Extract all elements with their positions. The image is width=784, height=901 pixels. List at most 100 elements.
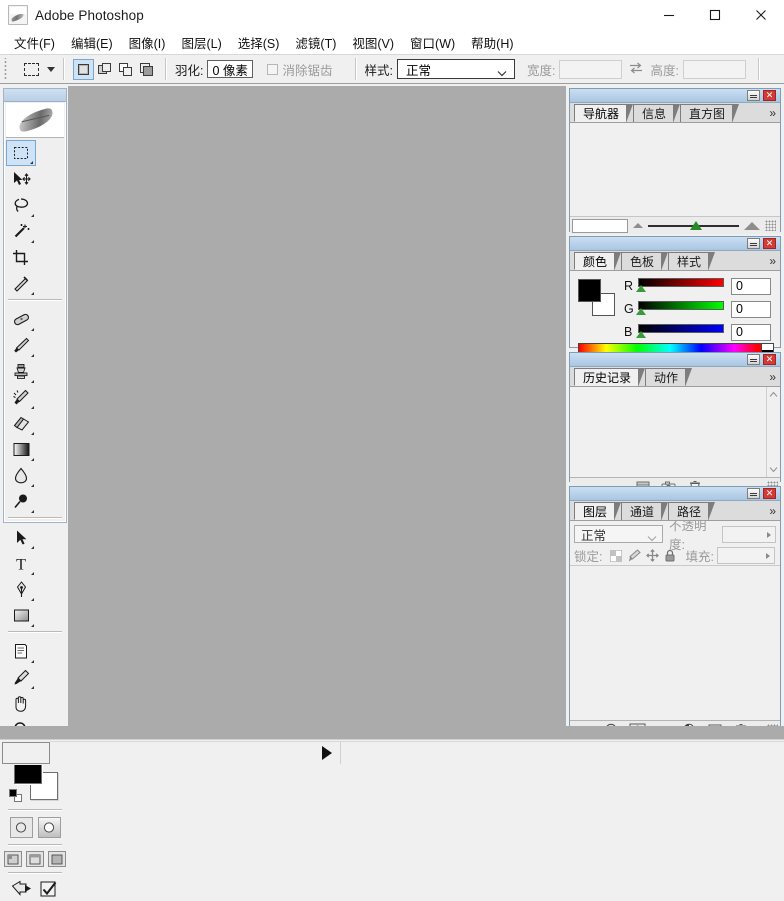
antialias-checkbox[interactable] bbox=[267, 63, 279, 75]
status-zoom-field[interactable] bbox=[2, 741, 50, 764]
tool-hand[interactable] bbox=[6, 690, 36, 716]
style-select[interactable]: 正常 bbox=[396, 59, 515, 79]
standard-mode-button[interactable] bbox=[9, 817, 33, 838]
tab-color[interactable]: 颜色 bbox=[574, 252, 622, 271]
height-input[interactable] bbox=[682, 59, 746, 79]
play-triangle-icon[interactable] bbox=[322, 746, 332, 760]
tab-navigator[interactable]: 导航器 bbox=[574, 104, 634, 123]
tab-paths[interactable]: 路径 bbox=[668, 502, 716, 521]
scroll-down-icon[interactable] bbox=[769, 465, 778, 474]
lock-position-icon[interactable] bbox=[643, 548, 661, 564]
green-ramp[interactable] bbox=[636, 301, 724, 317]
tab-channels[interactable]: 通道 bbox=[621, 502, 669, 521]
maximize-button[interactable] bbox=[692, 0, 738, 30]
tool-dodge[interactable] bbox=[6, 488, 36, 514]
navigator-panel-titlebar[interactable]: ✕ bbox=[570, 89, 780, 103]
navigator-thumbnail-area[interactable] bbox=[570, 123, 780, 216]
menu-file[interactable]: 文件(F) bbox=[6, 30, 63, 55]
panel-minimize-icon[interactable] bbox=[747, 238, 760, 249]
tool-notes[interactable] bbox=[6, 638, 36, 664]
tab-histogram[interactable]: 直方图 bbox=[680, 104, 740, 123]
tool-rectangular-marquee[interactable] bbox=[6, 140, 36, 166]
panel-menu-icon[interactable]: » bbox=[769, 504, 776, 518]
panel-menu-icon[interactable]: » bbox=[769, 254, 776, 268]
panel-menu-icon[interactable]: » bbox=[769, 370, 776, 384]
menu-image[interactable]: 图像(I) bbox=[121, 30, 174, 55]
tool-eyedropper[interactable] bbox=[6, 664, 36, 690]
fill-input[interactable] bbox=[716, 547, 775, 564]
new-selection-mode[interactable] bbox=[73, 58, 94, 80]
lock-all-icon[interactable] bbox=[661, 548, 679, 564]
close-button[interactable] bbox=[738, 0, 784, 30]
tab-layers[interactable]: 图层 bbox=[574, 502, 622, 521]
quick-mask-mode-button[interactable] bbox=[37, 817, 61, 838]
zoom-out-mountain-icon[interactable] bbox=[633, 223, 643, 228]
tool-history-brush[interactable] bbox=[6, 384, 36, 410]
panel-minimize-icon[interactable] bbox=[747, 488, 760, 499]
tool-blur[interactable] bbox=[6, 462, 36, 488]
tool-path-selection[interactable] bbox=[6, 524, 36, 550]
antialias-option[interactable]: 消除锯齿 bbox=[267, 60, 336, 79]
add-to-selection-mode[interactable] bbox=[94, 59, 115, 80]
tab-swatches[interactable]: 色板 bbox=[621, 252, 669, 271]
layers-list[interactable] bbox=[570, 565, 780, 720]
minimize-button[interactable] bbox=[646, 0, 692, 30]
imageready-check-button[interactable] bbox=[39, 880, 59, 901]
tool-brush[interactable] bbox=[6, 332, 36, 358]
panel-resize-grip[interactable] bbox=[765, 220, 776, 231]
tool-type[interactable]: T bbox=[6, 550, 36, 576]
color-panel-titlebar[interactable]: ✕ bbox=[570, 237, 780, 251]
zoom-percent-input[interactable] bbox=[572, 218, 628, 233]
tab-history[interactable]: 历史记录 bbox=[574, 368, 646, 387]
menu-layer[interactable]: 图层(L) bbox=[173, 30, 229, 55]
default-colors-icon[interactable] bbox=[9, 789, 22, 802]
tool-eraser[interactable] bbox=[6, 410, 36, 436]
tool-rectangle-shape[interactable] bbox=[6, 602, 36, 628]
tool-clone-stamp[interactable] bbox=[6, 358, 36, 384]
swap-width-height-icon[interactable] bbox=[629, 62, 643, 77]
tool-crop[interactable] bbox=[6, 244, 36, 270]
standard-screen-mode[interactable] bbox=[4, 851, 22, 867]
menu-view[interactable]: 视图(V) bbox=[344, 30, 402, 55]
toolbox-drag-handle[interactable] bbox=[4, 89, 66, 102]
history-state-list[interactable] bbox=[570, 387, 780, 477]
canvas-workspace[interactable] bbox=[68, 86, 566, 738]
layers-panel-titlebar[interactable]: ✕ bbox=[570, 487, 780, 501]
blue-ramp[interactable] bbox=[636, 324, 724, 340]
red-ramp[interactable] bbox=[636, 278, 724, 294]
subtract-from-selection-mode[interactable] bbox=[115, 59, 136, 80]
panel-menu-icon[interactable]: » bbox=[769, 106, 776, 120]
tool-preset-picker[interactable] bbox=[14, 58, 55, 80]
intersect-selection-mode[interactable] bbox=[136, 59, 157, 80]
green-value-input[interactable]: 0 bbox=[731, 300, 771, 318]
tool-healing-brush[interactable] bbox=[6, 306, 36, 332]
menu-edit[interactable]: 编辑(E) bbox=[63, 30, 121, 55]
opacity-input[interactable] bbox=[721, 525, 776, 543]
panel-close-icon[interactable]: ✕ bbox=[763, 488, 776, 499]
tool-slice[interactable] bbox=[6, 270, 36, 296]
zoom-in-mountain-icon[interactable] bbox=[744, 221, 760, 230]
zoom-slider[interactable] bbox=[648, 220, 739, 231]
width-input[interactable] bbox=[559, 59, 623, 79]
panel-minimize-icon[interactable] bbox=[747, 354, 760, 365]
menu-select[interactable]: 选择(S) bbox=[230, 30, 288, 55]
panel-close-icon[interactable]: ✕ bbox=[763, 238, 776, 249]
panel-minimize-icon[interactable] bbox=[747, 90, 760, 101]
scroll-up-icon[interactable] bbox=[769, 390, 778, 399]
jump-to-imageready-button[interactable] bbox=[11, 880, 33, 901]
tool-pen[interactable] bbox=[6, 576, 36, 602]
lock-transparency-icon[interactable] bbox=[607, 548, 625, 564]
color-panel-foreground-swatch[interactable] bbox=[578, 279, 601, 302]
tool-magic-wand[interactable] bbox=[6, 218, 36, 244]
panel-close-icon[interactable]: ✕ bbox=[763, 90, 776, 101]
panel-close-icon[interactable]: ✕ bbox=[763, 354, 776, 365]
blue-value-input[interactable]: 0 bbox=[731, 323, 771, 341]
history-panel-titlebar[interactable]: ✕ bbox=[570, 353, 780, 367]
full-screen-mode[interactable] bbox=[48, 851, 66, 867]
tab-info[interactable]: 信息 bbox=[633, 104, 681, 123]
tool-gradient[interactable] bbox=[6, 436, 36, 462]
tool-lasso[interactable] bbox=[6, 192, 36, 218]
full-screen-with-menubar[interactable] bbox=[26, 851, 44, 867]
blend-mode-select[interactable]: 正常 bbox=[574, 525, 664, 543]
history-scrollbar[interactable] bbox=[766, 387, 780, 477]
